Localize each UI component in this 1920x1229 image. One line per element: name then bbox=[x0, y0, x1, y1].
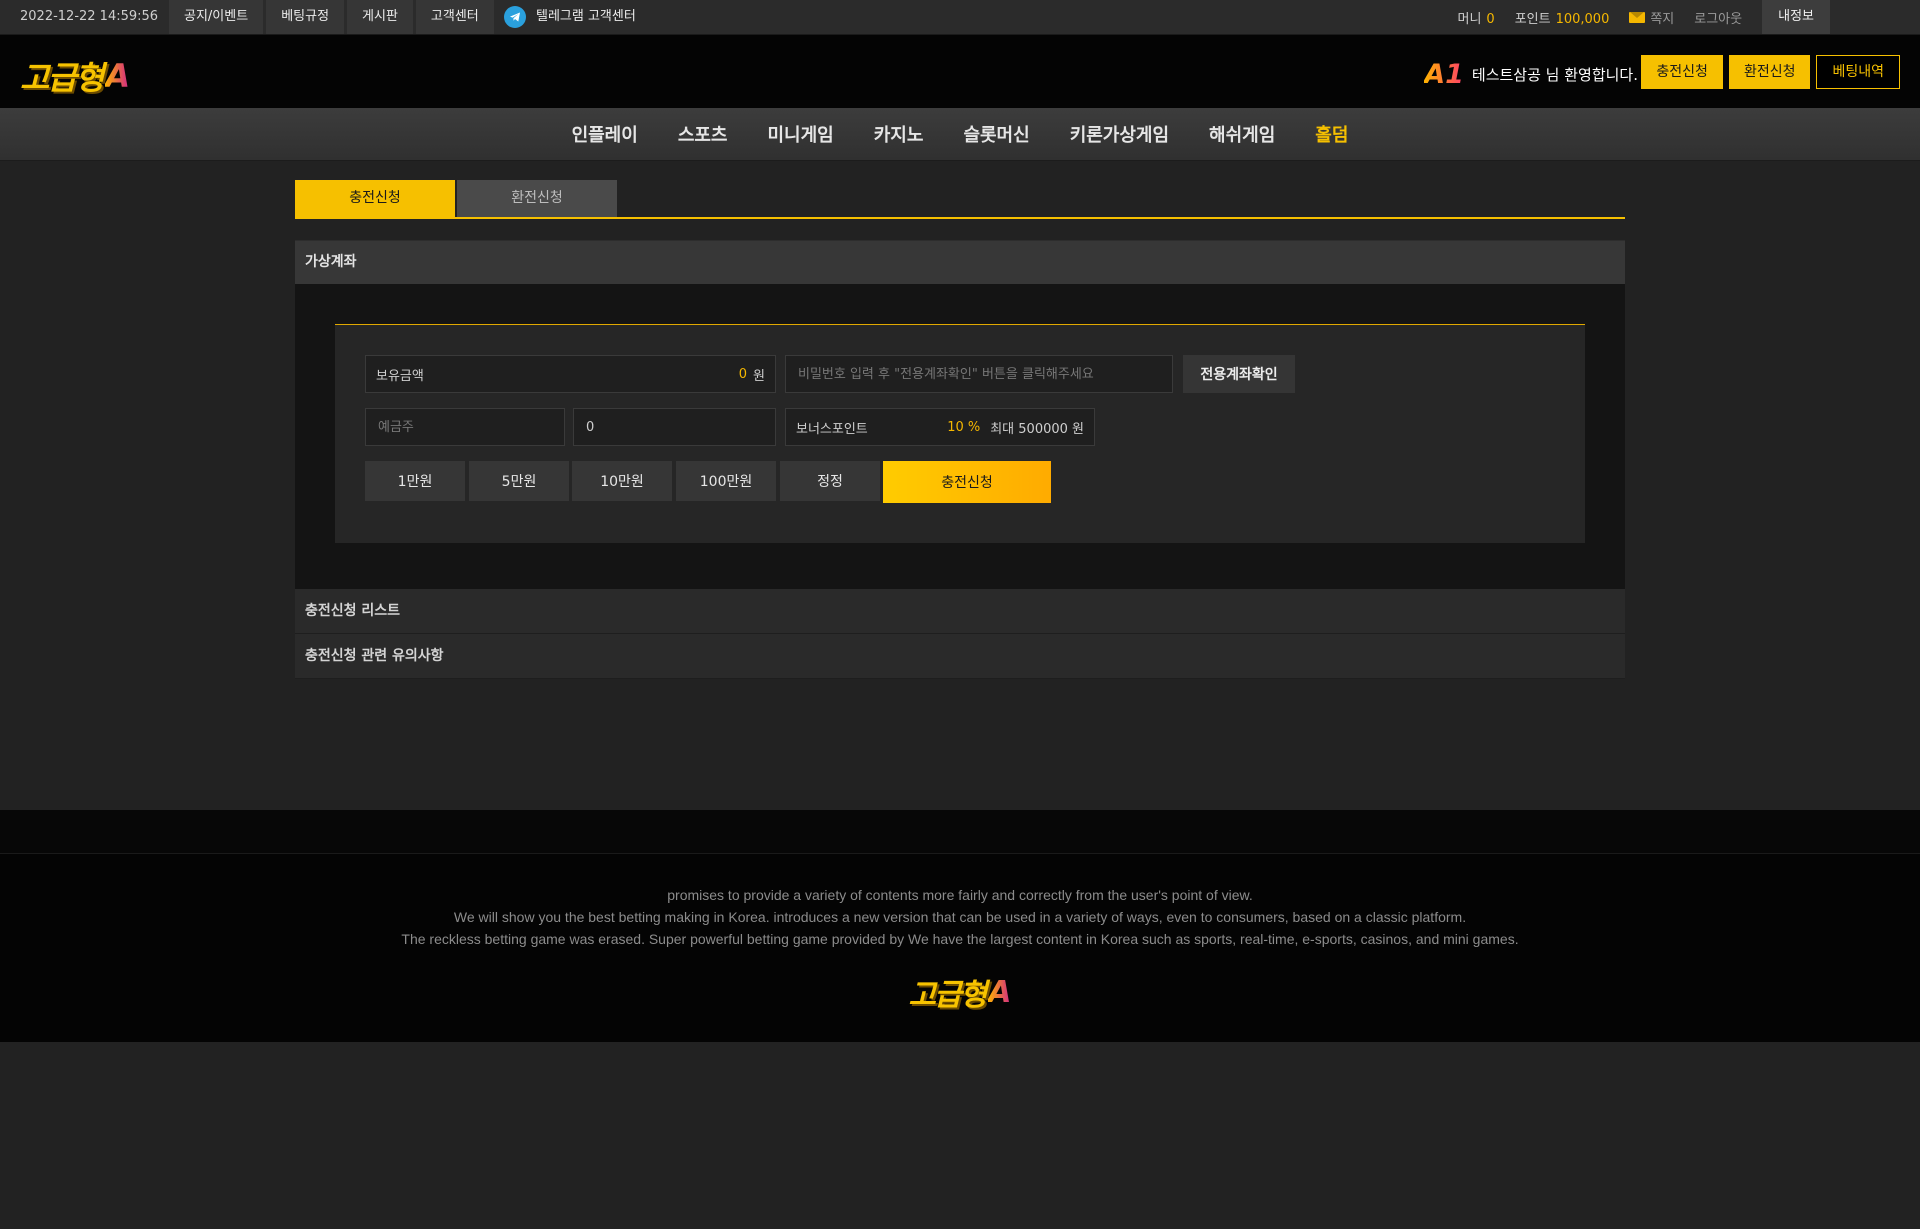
top-link-notice-event[interactable]: 공지/이벤트 bbox=[169, 0, 264, 34]
check-account-button[interactable]: 전용계좌확인 bbox=[1183, 355, 1295, 393]
user-status: 머니 0 포인트 100,000 쪽지 로그아웃 내정보 bbox=[1437, 0, 1830, 34]
top-link-board[interactable]: 게시판 bbox=[347, 0, 413, 34]
logo-text: 고급형 bbox=[20, 59, 104, 97]
bonus-point-field: 보너스포인트 10 % 최대 500000 원 bbox=[785, 408, 1095, 446]
my-info-button[interactable]: 내정보 bbox=[1762, 0, 1830, 34]
footer-line: The reckless betting game was erased. Su… bbox=[401, 931, 1519, 947]
footer-line: We will show you the best betting making… bbox=[453, 909, 1467, 925]
top-utility-bar: 2022-12-22 14:59:56 공지/이벤트 베팅규정 게시판 고객센터… bbox=[0, 0, 1920, 35]
virtual-account-section: 가상계좌 보유금액 0 원 전용계좌확인 예금주 0 보너스포인트 10 % 최… bbox=[295, 240, 1625, 589]
footer-line: promises to provide a variety of content… bbox=[667, 887, 1253, 903]
balance-value: 0 bbox=[738, 366, 748, 382]
top-link-customer-center[interactable]: 고객센터 bbox=[415, 0, 494, 34]
footer-logo: 고급형 A bbox=[908, 970, 1011, 1014]
password-field[interactable] bbox=[785, 355, 1173, 393]
site-logo[interactable]: 고급형 A bbox=[20, 53, 130, 99]
reset-amount-button[interactable]: 정정 bbox=[780, 461, 880, 501]
nav-item-kiron-virtual[interactable]: 키론가상게임 bbox=[1070, 121, 1169, 147]
telegram-label: 텔레그램 고객센터 bbox=[536, 9, 636, 24]
bonus-max: 최대 500000 원 bbox=[990, 421, 1084, 437]
nav-item-holdem[interactable]: 홀덤 bbox=[1315, 121, 1348, 147]
header-deposit-button[interactable]: 충전신청 bbox=[1641, 55, 1723, 89]
mail-icon bbox=[1629, 11, 1646, 23]
deposit-page: 충전신청 환전신청 가상계좌 보유금액 0 원 전용계좌확인 예금주 0 보너스… bbox=[295, 180, 1625, 679]
betting-history-button[interactable]: 베팅내역 bbox=[1816, 55, 1900, 89]
money-value: 0 bbox=[1486, 11, 1495, 27]
amount-input[interactable] bbox=[584, 418, 765, 436]
bonus-label: 보너스포인트 bbox=[796, 421, 868, 437]
header-buttons: 충전신청 환전신청 베팅내역 bbox=[1635, 55, 1900, 89]
amount-100k-button[interactable]: 10만원 bbox=[572, 461, 672, 501]
telegram-icon bbox=[504, 6, 526, 28]
top-links: 공지/이벤트 베팅규정 게시판 고객센터 bbox=[169, 0, 497, 34]
amount-field[interactable] bbox=[573, 408, 776, 446]
depositor-field[interactable] bbox=[365, 408, 565, 446]
nav-item-sports[interactable]: 스포츠 bbox=[678, 121, 728, 147]
message-link[interactable]: 쪽지 bbox=[1629, 8, 1674, 27]
bonus-value: 10 % bbox=[947, 419, 981, 435]
money-label: 머니 0 bbox=[1457, 11, 1495, 27]
nav-item-hash-game[interactable]: 해쉬게임 bbox=[1209, 121, 1275, 147]
logout-link[interactable]: 로그아웃 bbox=[1694, 8, 1742, 27]
virtual-account-title: 가상계좌 bbox=[295, 241, 1625, 284]
footer-band bbox=[0, 810, 1920, 854]
header-withdraw-button[interactable]: 환전신청 bbox=[1728, 55, 1811, 89]
tab-deposit[interactable]: 충전신청 bbox=[295, 180, 455, 217]
nav-item-slot[interactable]: 슬롯머신 bbox=[963, 121, 1029, 147]
balance-label: 보유금액 bbox=[376, 368, 424, 384]
amount-50k-button[interactable]: 5만원 bbox=[469, 461, 569, 501]
amount-10k-button[interactable]: 1만원 bbox=[365, 461, 465, 501]
logo-mark: A bbox=[105, 57, 131, 95]
nav-item-casino[interactable]: 카지노 bbox=[874, 121, 924, 147]
welcome-area: A1 테스트삼공 님 환영합니다. bbox=[1424, 59, 1638, 90]
deposit-form: 보유금액 0 원 전용계좌확인 보너스포인트 10 % 최대 5 bbox=[335, 324, 1585, 543]
nav-item-minigame[interactable]: 미니게임 bbox=[768, 121, 834, 147]
main-nav: 인플레이 스포츠 미니게임 카지노 슬롯머신 키론가상게임 해쉬게임 홀덤 bbox=[0, 108, 1920, 161]
balance-field: 보유금액 0 원 bbox=[365, 355, 776, 393]
footer-text: promises to provide a variety of content… bbox=[0, 884, 1920, 950]
virtual-account-body: 보유금액 0 원 전용계좌확인 보너스포인트 10 % 최대 5 bbox=[295, 284, 1625, 589]
password-input[interactable] bbox=[796, 365, 1162, 383]
top-link-betting-rules[interactable]: 베팅규정 bbox=[266, 0, 345, 34]
tab-withdraw[interactable]: 환전신청 bbox=[457, 180, 617, 217]
point-value: 100,000 bbox=[1555, 11, 1610, 27]
deposit-notice-section[interactable]: 충전신청 관련 유의사항 bbox=[295, 634, 1625, 679]
deposit-list-section[interactable]: 충전신청 리스트 bbox=[295, 589, 1625, 634]
amount-1m-button[interactable]: 100만원 bbox=[676, 461, 776, 501]
welcome-message: 테스트삼공 님 환영합니다. bbox=[1471, 66, 1638, 84]
telegram-support-link[interactable]: 텔레그램 고객센터 bbox=[504, 0, 636, 34]
footer-logo-mark: A bbox=[988, 974, 1012, 1010]
point-label: 포인트 100,000 bbox=[1514, 11, 1610, 27]
depositor-input[interactable] bbox=[376, 418, 554, 436]
deposit-withdraw-tabs: 충전신청 환전신청 bbox=[295, 180, 1625, 219]
balance-unit: 원 bbox=[753, 368, 765, 384]
nav-item-inplay[interactable]: 인플레이 bbox=[572, 121, 638, 147]
site-footer: promises to provide a variety of content… bbox=[0, 854, 1920, 1042]
footer-logo-text: 고급형 bbox=[908, 978, 987, 1013]
level-badge: A1 bbox=[1424, 59, 1464, 90]
server-clock: 2022-12-22 14:59:56 bbox=[20, 9, 159, 24]
apply-deposit-button[interactable]: 충전신청 bbox=[883, 461, 1051, 503]
site-header: 고급형 A A1 테스트삼공 님 환영합니다. 충전신청 환전신청 베팅내역 bbox=[0, 35, 1920, 108]
